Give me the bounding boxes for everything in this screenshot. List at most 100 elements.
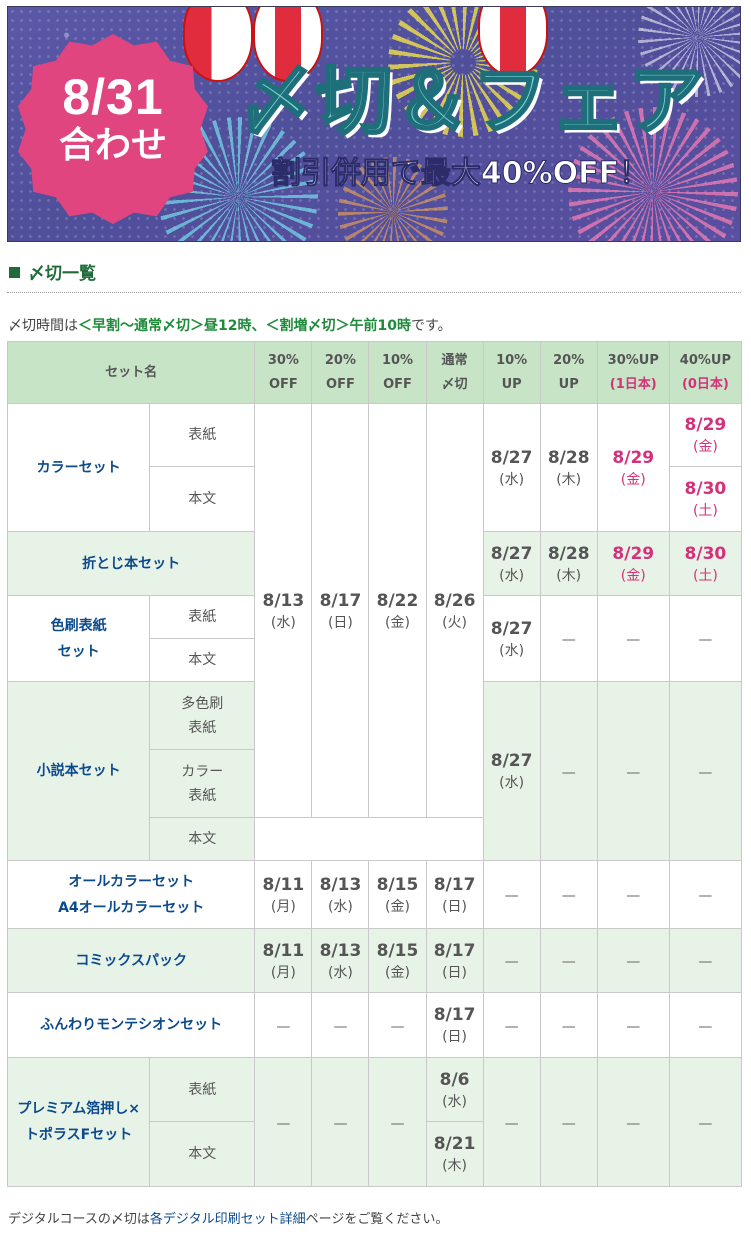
date-cell: 8/22 (金) [368,403,427,818]
dash-cell: — [596,681,670,861]
table-row: オールカラーセット A4オールカラーセット 8/11 (月) 8/13 (水) 8/1… [6,860,743,929]
date-cell: 8/6 (水) [425,1057,484,1122]
date-cell: 8/13 (水) [254,403,313,818]
dash-cell: — [596,928,670,993]
date-cell: 8/30 (土) [668,466,743,532]
dash-cell: — [482,860,541,929]
date-cell: 8/29 (金) [596,403,670,532]
sub-cover: 表紙 [149,403,256,467]
set-name-funwari: ふんわりモンテシオンセット [6,992,256,1058]
set-name-color: カラーセット [6,403,151,532]
header-regular: 通常 〆切 [425,341,484,404]
table-header-row: セット名 30% OFF 20% OFF 10% OFF 通常 〆切 10% UP 20%… [6,341,743,404]
date-cell: 8/17 (日) [311,403,370,818]
date-cell: 8/29 (金) [596,531,670,596]
date-cell: 8/27 (水) [482,595,541,682]
section-heading-text: 〆切一覧 [28,264,96,284]
date-cell: 8/11 (月) [254,928,313,993]
date-cell: 8/17 (日) [425,992,484,1058]
dash-cell: — [668,595,743,682]
table-row: プレミアム箔押し× トポラスFセット 表紙 — — — 8/6 (水) — — — … [6,1057,743,1187]
date-cell: 8/29 (金) [668,403,743,467]
divider [7,292,741,293]
set-name-iro: 色刷表紙 セット [6,595,151,682]
date-cell: 8/15 (金) [368,860,427,929]
header-30up: 30%UP (1日本) [596,341,670,404]
dash-cell: — [482,1057,541,1187]
header-10up: 10% UP [482,341,541,404]
note-regular-time: ＜早割～通常〆切＞昼12時、 [78,318,266,334]
table-row: ふんわりモンテシオンセット — — — 8/17 (日) — — — — [6,992,743,1058]
badge-date: 8/31 [62,69,164,125]
dash-cell: — [668,681,743,861]
date-cell: 8/21 (木) [425,1121,484,1187]
sub-color-cover: カラー 表紙 [149,749,256,818]
dash-cell: — [254,992,313,1058]
header-40up: 40%UP (0日本) [668,341,743,404]
set-name-allcolor: オールカラーセット A4オールカラーセット [6,860,256,929]
sub-cover: 表紙 [149,1057,256,1122]
date-cell: 8/28 (木) [539,403,598,532]
dash-cell: — [596,1057,670,1187]
date-cell: 8/30 (土) [668,531,743,596]
set-name-comics: コミックスパック [6,928,256,993]
note-suffix: です。 [410,318,452,334]
dash-cell: — [482,992,541,1058]
dash-cell: — [668,1057,743,1187]
dash-cell: — [539,860,598,929]
header-set-name: セット名 [6,341,256,404]
dash-cell: — [596,595,670,682]
dash-cell: — [539,1057,598,1187]
dash-cell: — [668,992,743,1058]
dash-cell: — [668,860,743,929]
date-cell: 8/28 (木) [539,531,598,596]
note-surcharge-time: ＜割増〆切＞午前10時 [265,318,411,334]
sub-cover: 表紙 [149,595,256,639]
dash-cell: — [596,992,670,1058]
date-cell: 8/15 (金) [368,928,427,993]
square-bullet-icon [9,267,20,278]
set-name-premium: プレミアム箔押し× トポラスFセット [6,1057,151,1187]
table-row: カラーセット 表紙 8/13 (水) 8/17 (日) 8/22 (金) 8/26 (火… [6,403,743,818]
sub-multicolor-cover: 多色刷 表紙 [149,681,256,750]
sub-body: 本文 [149,466,256,532]
footer-suffix: ページをご覧ください。 [305,1212,449,1227]
deadline-time-note: 〆切時間は＜早割～通常〆切＞昼12時、＜割増〆切＞午前10時です。 [8,316,452,336]
set-name-novel: 小説本セット [6,681,151,861]
deadline-table: セット名 30% OFF 20% OFF 10% OFF 通常 〆切 10% UP 20%… [6,341,743,1187]
date-cell: 8/13 (水) [311,928,370,993]
dash-cell: — [539,681,598,861]
set-name-ori: 折とじ本セット [6,531,256,596]
section-heading: 〆切一覧 [9,262,96,286]
dash-cell: — [596,860,670,929]
dash-cell: — [539,928,598,993]
date-cell: 8/27 (水) [482,403,541,532]
table-row: コミックスパック 8/11 (月) 8/13 (水) 8/15 (金) 8/17 (日)… [6,928,743,993]
dash-cell: — [368,992,427,1058]
dash-cell: — [539,992,598,1058]
header-20off: 20% OFF [311,341,370,404]
sub-body: 本文 [149,638,256,682]
note-prefix: 〆切時間は [8,318,78,334]
date-cell: 8/17 (日) [425,860,484,929]
dash-cell: — [311,992,370,1058]
dash-cell: — [368,1057,427,1187]
dash-cell: — [668,928,743,993]
header-10off: 10% OFF [368,341,427,404]
date-cell: 8/13 (水) [311,860,370,929]
digital-set-detail-link[interactable]: 各デジタル印刷セット詳細 [150,1212,306,1227]
dash-cell: — [539,595,598,682]
dash-cell: — [311,1057,370,1187]
badge-subtext: 合わせ [58,125,167,166]
sub-body: 本文 [149,817,256,861]
dash-cell: — [254,1057,313,1187]
header-20up: 20% UP [539,341,598,404]
footer-note: デジタルコースの〆切は各デジタル印刷セット詳細ページをご覧ください。 [8,1210,448,1230]
date-cell: 8/17 (日) [425,928,484,993]
header-30off: 30% OFF [254,341,313,404]
date-cell: 8/26 (火) [425,403,484,818]
dash-cell: — [482,928,541,993]
footer-prefix: デジタルコースの〆切は [8,1212,150,1227]
sub-body: 本文 [149,1121,256,1187]
date-cell: 8/27 (水) [482,531,541,596]
